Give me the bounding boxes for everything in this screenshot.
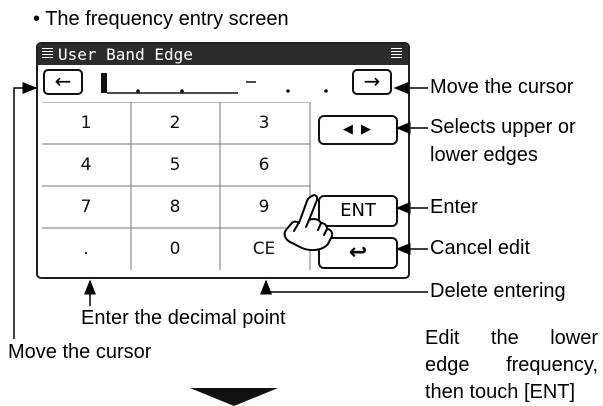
callout-delete-entering: Delete entering [430, 280, 566, 302]
note-word: edge [425, 354, 470, 376]
callout-select-edges: Selects upper or [430, 116, 576, 138]
note-line-2: edge frequency, [425, 354, 598, 377]
callout-move-cursor-right: Move the cursor [430, 76, 574, 98]
note-word: the [490, 327, 519, 349]
callout-decimal-point: Enter the decimal point [81, 307, 286, 329]
down-triangle-icon [190, 388, 278, 406]
callout-cancel-edit: Cancel edit [430, 237, 531, 259]
note-line-1: Edit the lower [425, 327, 598, 350]
callout-enter: Enter [430, 196, 478, 218]
callout-move-cursor-left: Move the cursor [8, 341, 152, 363]
hand-pointer-icon [283, 194, 334, 252]
note-word: lower [550, 327, 598, 349]
note-word: Edit [425, 327, 460, 349]
note-line-3: then touch [ENT] [425, 381, 576, 403]
note-word: frequency, [506, 354, 598, 376]
callout-select-edges-line2: lower edges [430, 144, 538, 166]
